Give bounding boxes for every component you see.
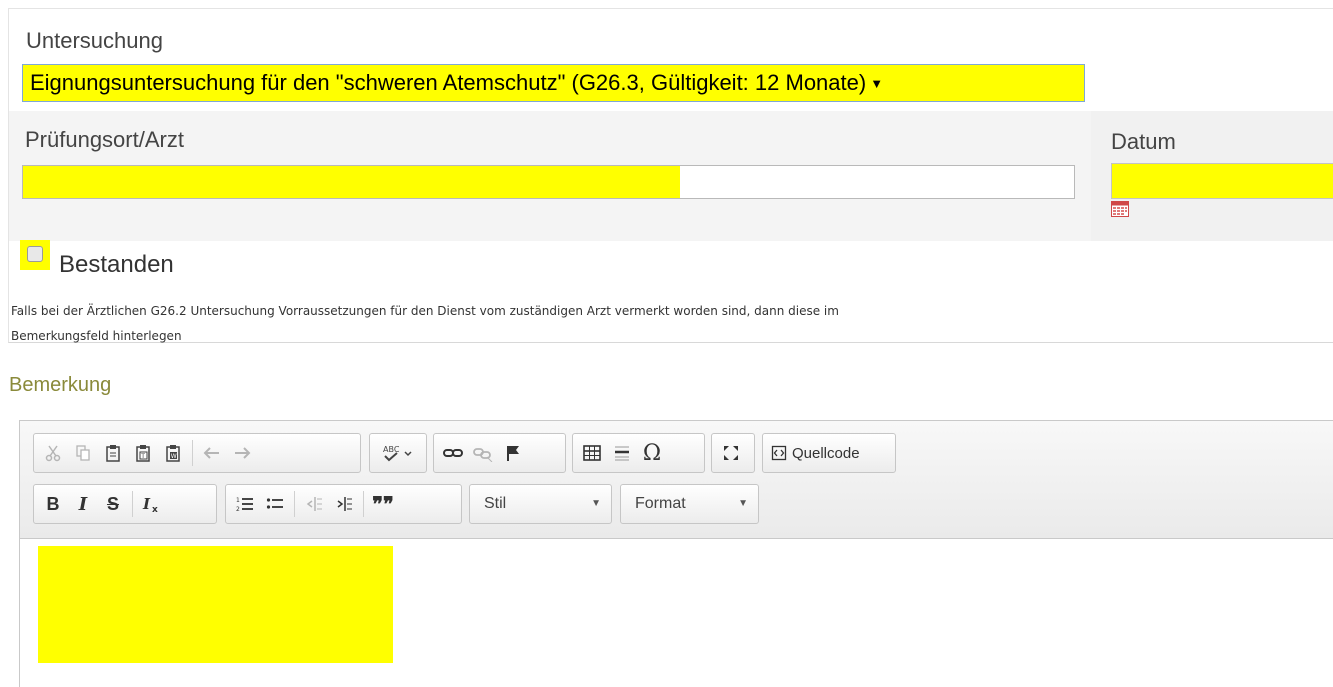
- exam-panel: Untersuchung Eignungsuntersuchung für de…: [8, 8, 1333, 343]
- copy-icon[interactable]: [68, 438, 98, 468]
- remove-format-icon[interactable]: Ix: [137, 489, 167, 519]
- maximize-icon[interactable]: [716, 438, 746, 468]
- redo-icon[interactable]: [227, 438, 257, 468]
- toolbar-separator: [132, 491, 133, 517]
- table-icon[interactable]: [577, 438, 607, 468]
- hint-text: Falls bei der Ärztlichen G26.2 Untersuch…: [11, 299, 1111, 349]
- bold-button[interactable]: B: [38, 489, 68, 519]
- pruefungsort-input[interactable]: [22, 165, 1075, 199]
- svg-text:T: T: [140, 453, 145, 460]
- datum-input[interactable]: [1111, 163, 1333, 199]
- chevron-down-icon: ▼: [591, 498, 601, 509]
- bestanden-label: Bestanden: [59, 251, 174, 278]
- editor-content-highlight: [38, 546, 393, 663]
- bestanden-checkbox[interactable]: [27, 246, 43, 262]
- clipboard-group: T W: [33, 433, 361, 473]
- svg-text:I: I: [142, 495, 151, 513]
- bulleted-list-icon[interactable]: [260, 489, 290, 519]
- spellcheck-icon[interactable]: ABC: [374, 438, 422, 468]
- italic-button[interactable]: I: [68, 489, 98, 519]
- spellcheck-group: ABC: [369, 433, 427, 473]
- format-label: Format: [635, 495, 686, 512]
- svg-text:2: 2: [236, 506, 240, 513]
- chevron-down-icon: ▼: [738, 498, 748, 509]
- stil-dropdown[interactable]: Stil ▼: [469, 484, 612, 524]
- paragraph-group: 12 ❞❞: [225, 484, 462, 524]
- toolbar-separator: [192, 440, 193, 466]
- datum-cell: Datum: [1091, 111, 1333, 241]
- anchor-icon[interactable]: [498, 438, 528, 468]
- paste-icon[interactable]: [98, 438, 128, 468]
- hint-line-1: Falls bei der Ärztlichen G26.2 Untersuch…: [11, 304, 839, 318]
- link-icon[interactable]: [438, 438, 468, 468]
- hint-line-2: Bemerkungsfeld hinterlegen: [11, 329, 182, 343]
- undo-icon[interactable]: [197, 438, 227, 468]
- pruefungsort-label: Prüfungsort/Arzt: [25, 127, 184, 152]
- pruefungsort-highlight: [23, 166, 680, 198]
- toolbar-separator: [363, 491, 364, 517]
- untersuchung-select[interactable]: Eignungsuntersuchung für den "schweren A…: [22, 64, 1085, 102]
- svg-text:ABC: ABC: [383, 445, 400, 454]
- location-date-row: Prüfungsort/Arzt Datum: [9, 111, 1333, 241]
- untersuchung-label: Untersuchung: [26, 28, 163, 53]
- links-group: [433, 433, 566, 473]
- maximize-group: [711, 433, 755, 473]
- cut-icon[interactable]: [38, 438, 68, 468]
- bestanden-highlight: [20, 240, 50, 270]
- bemerkung-label: Bemerkung: [9, 374, 112, 396]
- editor-content-area[interactable]: [20, 540, 1333, 687]
- editor-toolbar: T W ABC Ω Quellcode B I S I x 1 2 ❞❞ Sti…: [20, 421, 1333, 539]
- bemerkung-editor: T W ABC Ω Quellcode B I S I x 1 2 ❞❞ Sti…: [19, 420, 1333, 687]
- calendar-icon[interactable]: [1111, 201, 1129, 217]
- indent-icon[interactable]: [329, 489, 359, 519]
- format-dropdown[interactable]: Format ▼: [620, 484, 759, 524]
- source-label: Quellcode: [792, 444, 860, 462]
- horizontal-line-icon[interactable]: [607, 438, 637, 468]
- blockquote-icon[interactable]: ❞❞: [368, 489, 398, 519]
- dropdown-arrow-icon: ▼: [870, 76, 884, 91]
- insert-group: Ω: [572, 433, 705, 473]
- svg-text:W: W: [171, 453, 177, 460]
- outdent-icon[interactable]: [299, 489, 329, 519]
- stil-label: Stil: [484, 495, 507, 512]
- svg-text:x: x: [152, 505, 158, 513]
- pruefungsort-cell: Prüfungsort/Arzt: [9, 111, 1087, 241]
- svg-text:1: 1: [236, 497, 240, 504]
- source-group: Quellcode: [762, 433, 896, 473]
- basic-styles-group: B I S Ix: [33, 484, 217, 524]
- paste-text-icon[interactable]: T: [128, 438, 158, 468]
- source-icon: [771, 445, 787, 461]
- datum-label: Datum: [1111, 129, 1176, 154]
- paste-word-icon[interactable]: W: [158, 438, 188, 468]
- strike-button[interactable]: S: [98, 489, 128, 519]
- special-char-icon[interactable]: Ω: [637, 438, 667, 468]
- numbered-list-icon[interactable]: 12: [230, 489, 260, 519]
- unlink-icon[interactable]: [468, 438, 498, 468]
- source-button[interactable]: Quellcode: [767, 445, 864, 462]
- untersuchung-selected-value: Eignungsuntersuchung für den "schweren A…: [30, 70, 867, 95]
- toolbar-separator: [294, 491, 295, 517]
